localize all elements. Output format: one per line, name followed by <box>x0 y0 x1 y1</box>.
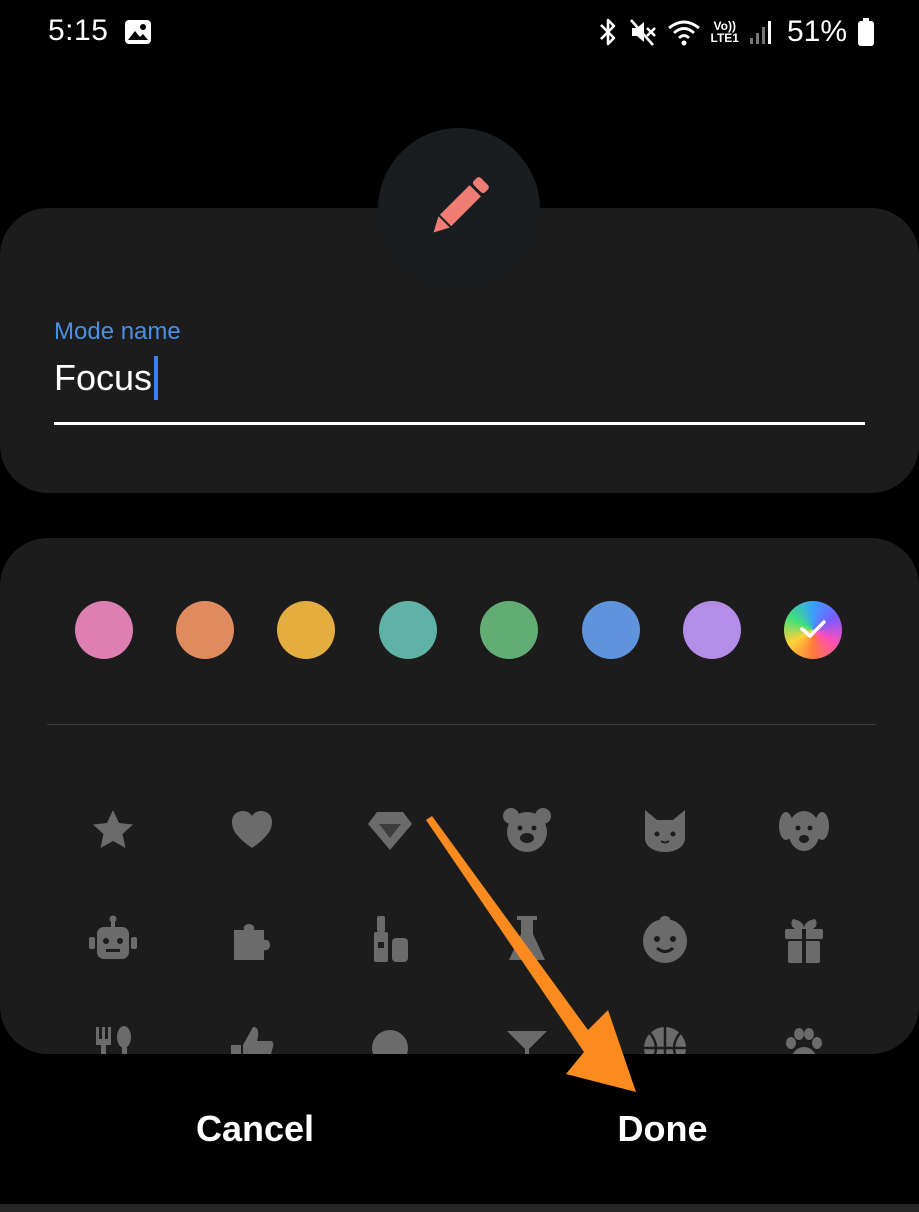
pencil-icon <box>417 165 501 254</box>
check-icon <box>798 617 828 644</box>
done-button[interactable]: Done <box>600 1104 725 1154</box>
mode-name-label: Mode name <box>54 318 181 345</box>
mode-name-value: Focus <box>54 357 153 398</box>
bluetooth-icon <box>597 17 619 47</box>
icon-option-dog[interactable] <box>764 790 844 870</box>
color-swatch-yellow[interactable] <box>277 601 335 659</box>
mute-icon <box>629 17 657 47</box>
battery-percent: 51% <box>786 15 847 48</box>
robot-icon <box>86 915 140 965</box>
icon-option-basketball[interactable] <box>625 1008 705 1054</box>
text-cursor <box>154 356 159 400</box>
battery-icon <box>857 17 875 47</box>
icon-option-cat[interactable] <box>625 790 705 870</box>
icon-option-heart[interactable] <box>212 790 292 870</box>
signal-icon <box>749 18 773 46</box>
icon-option-baby[interactable] <box>625 900 705 980</box>
mode-icon-button[interactable] <box>378 128 540 290</box>
icon-option-paw[interactable] <box>764 1008 844 1054</box>
icon-option-robot[interactable] <box>73 900 153 980</box>
flask-icon <box>503 914 551 966</box>
style-picker-card <box>0 538 919 1054</box>
cocktail-icon <box>503 1023 551 1054</box>
icon-option-ball[interactable] <box>350 1008 430 1054</box>
picker-divider <box>47 724 876 725</box>
input-underline <box>54 422 865 425</box>
icon-option-bear[interactable] <box>487 790 567 870</box>
icon-option-puzzle[interactable] <box>212 900 292 980</box>
baby-icon <box>639 914 691 966</box>
icon-option-cocktail[interactable] <box>487 1008 567 1054</box>
paw-icon <box>779 1023 829 1054</box>
color-swatch-row <box>75 601 845 659</box>
navigation-bar <box>0 1204 919 1212</box>
status-bar: 5:15 Vo)) LTE1 51% <box>0 0 919 64</box>
cat-icon <box>640 806 690 854</box>
volte-icon: Vo)) LTE1 <box>710 19 739 45</box>
status-icons: Vo)) LTE1 51% <box>597 12 876 52</box>
fork-spoon-icon <box>88 1023 138 1054</box>
cancel-button[interactable]: Cancel <box>180 1104 330 1154</box>
icon-option-cosmetics[interactable] <box>350 900 430 980</box>
cosmetics-icon <box>366 914 414 966</box>
color-swatch-pink[interactable] <box>75 601 133 659</box>
diamond-icon <box>365 806 415 854</box>
color-swatch-orange[interactable] <box>176 601 234 659</box>
color-swatch-purple[interactable] <box>683 601 741 659</box>
mode-name-input[interactable]: Focus <box>54 356 159 400</box>
icon-option-fork-spoon[interactable] <box>73 1008 153 1054</box>
icon-option-diamond[interactable] <box>350 790 430 870</box>
ball-icon <box>366 1024 414 1054</box>
color-swatch-multicolor[interactable] <box>784 601 842 659</box>
puzzle-icon <box>228 916 276 964</box>
icon-option-thumbs-up[interactable] <box>212 1008 292 1054</box>
icon-option-flask[interactable] <box>487 900 567 980</box>
heart-icon <box>228 806 276 854</box>
wifi-icon <box>667 17 701 47</box>
color-swatch-blue[interactable] <box>582 601 640 659</box>
color-swatch-teal[interactable] <box>379 601 437 659</box>
gift-icon <box>779 915 829 965</box>
basketball-icon <box>640 1023 690 1054</box>
thumbs-up-icon <box>227 1023 277 1054</box>
star-icon <box>89 806 137 854</box>
dog-icon <box>777 806 831 854</box>
status-time: 5:15 <box>48 14 109 47</box>
color-swatch-green[interactable] <box>480 601 538 659</box>
icon-option-star[interactable] <box>73 790 153 870</box>
icon-option-gift[interactable] <box>764 900 844 980</box>
bear-icon <box>501 806 553 854</box>
gallery-icon <box>124 19 152 45</box>
